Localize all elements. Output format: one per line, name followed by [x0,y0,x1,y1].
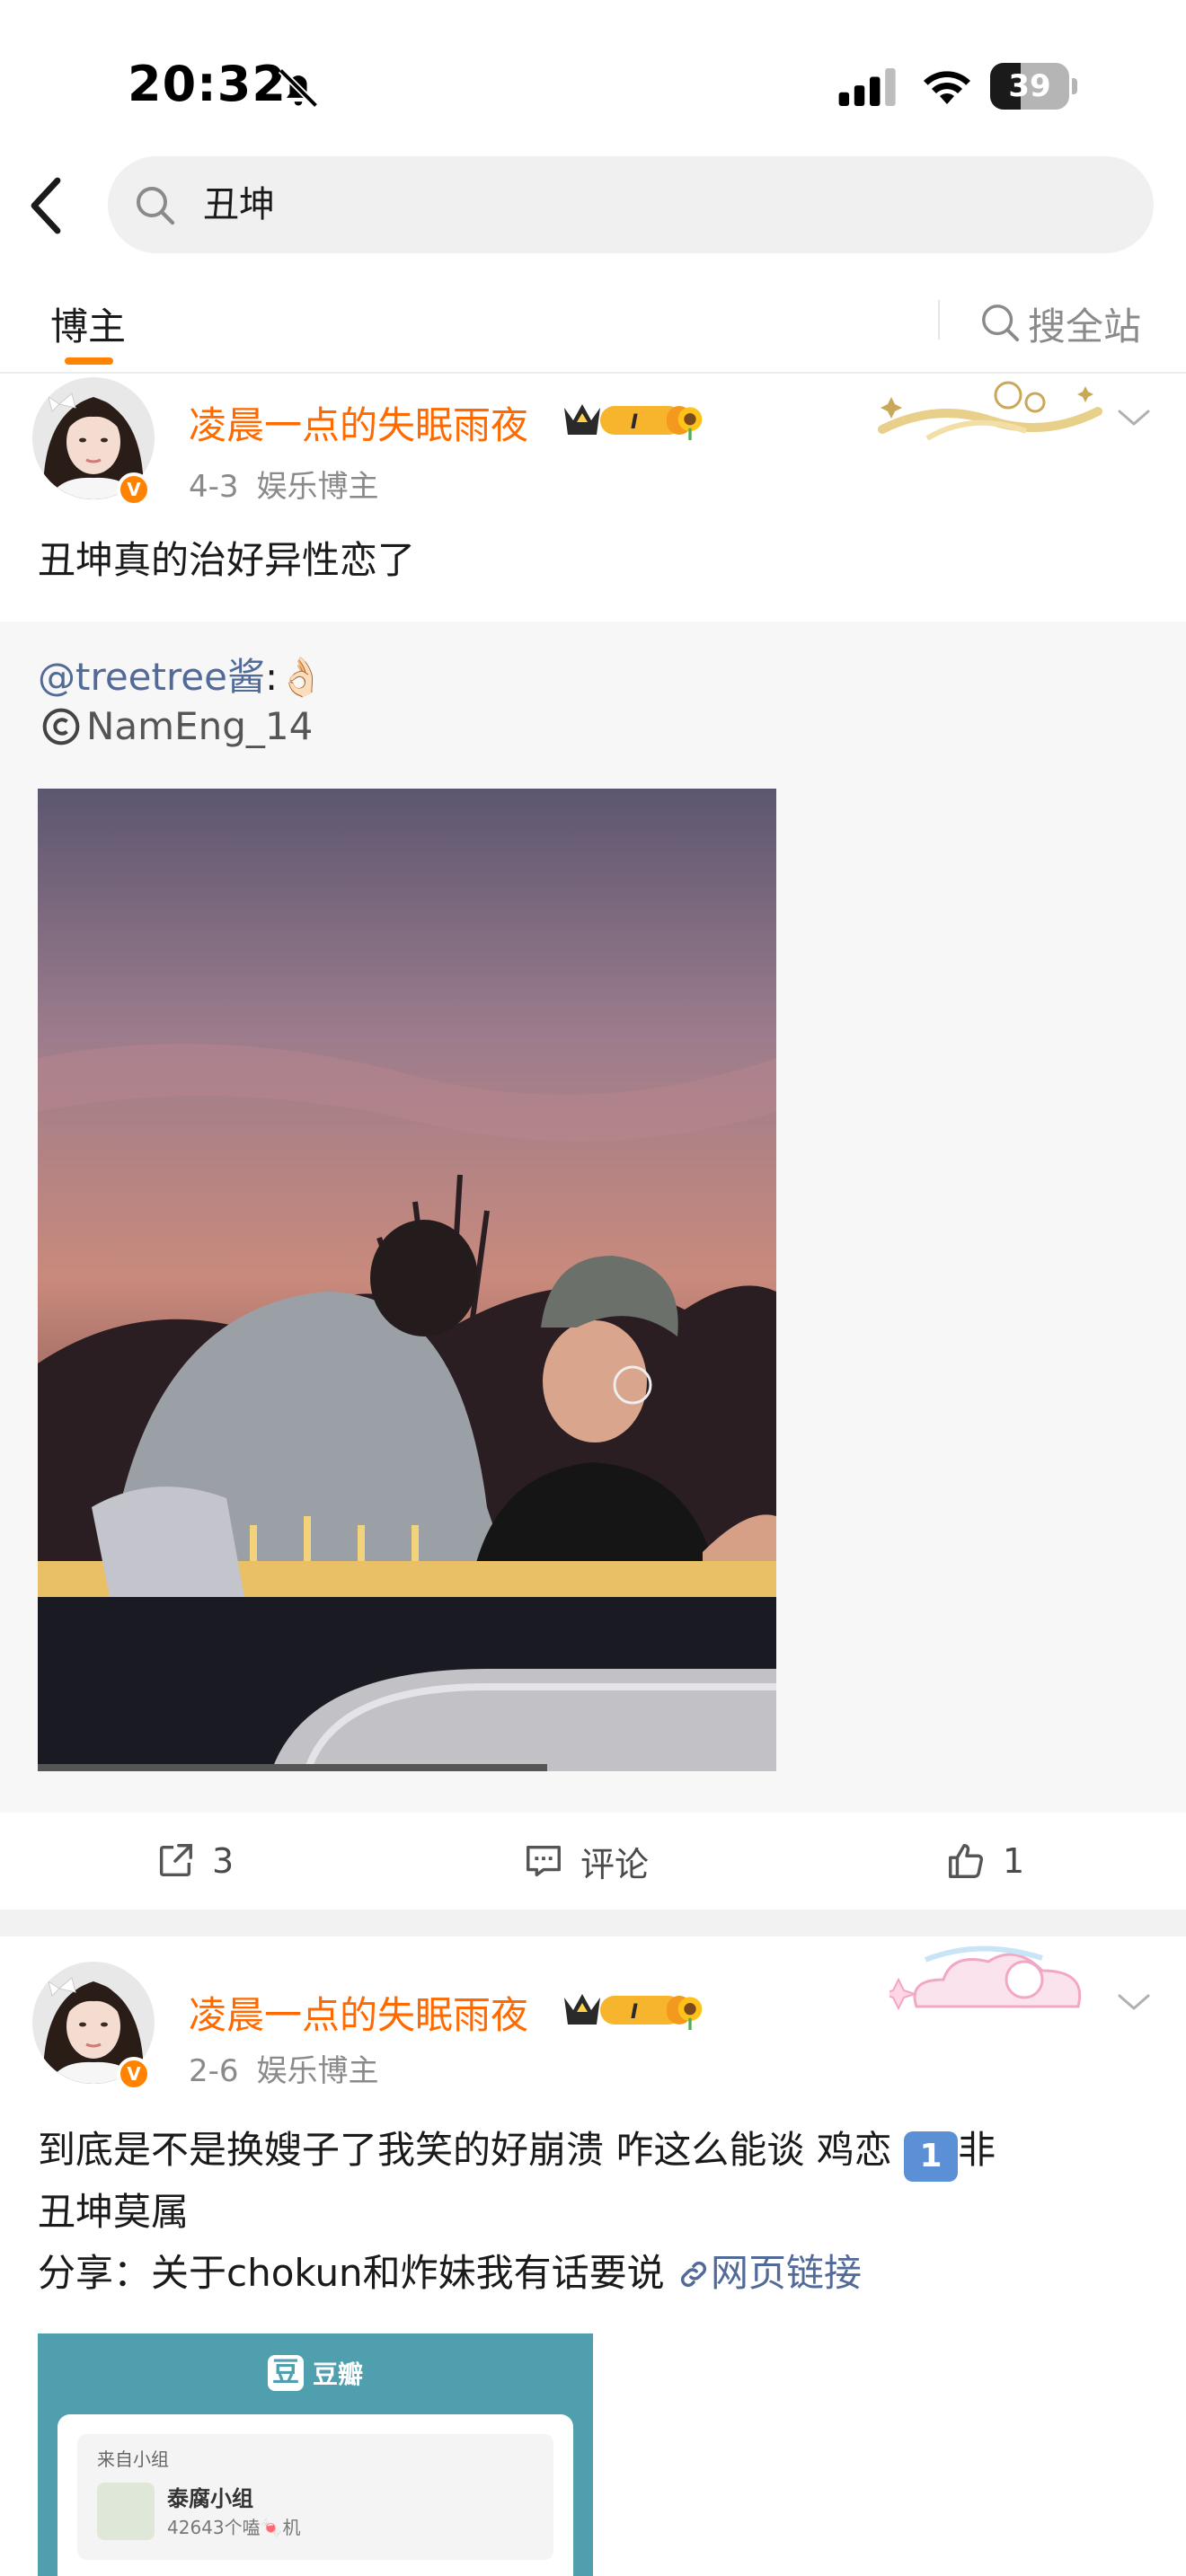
share-card-body: 来自小组 泰腐小组 42643个嗑🍬机 [58,2414,573,2576]
group-count: 42643个嗑🍬机 [167,2517,301,2538]
verified-badge: V [117,472,151,507]
badge-level: I [631,2001,638,2024]
number-one-badge: 1 [904,2131,959,2182]
feed-separator [0,1910,1186,1936]
like-button[interactable]: 1 [945,1813,1024,1910]
repost-credit: NamEng_14 [41,704,313,748]
web-link-label: 网页链接 [711,2251,863,2295]
post-text-line1: 到底是不是换嫂子了我笑的好崩溃 咋这么能谈 鸡恋 [38,2128,892,2172]
tab-bar: 博主 搜全站 [0,269,1186,374]
repost-icon [159,1844,192,1877]
repost-count: 3 [212,1841,235,1881]
douban-name: 豆瓣 [313,2360,364,2389]
like-icon [949,1844,984,1878]
search-icon [982,304,1020,342]
cloud-decoration-icon [890,1945,1081,2011]
post-meta: 2-6 娱乐博主 [189,2046,379,2090]
repost-emoji: 👌🏻 [278,655,325,699]
bell-slash-icon [278,67,319,109]
search-all-label: 搜全站 [1028,304,1142,348]
copyright-icon [42,708,80,745]
back-icon[interactable] [25,172,68,239]
status-bar: 20:32 39 [0,0,1186,153]
web-link[interactable]: 网页链接 [677,2251,862,2295]
post-date: 2-6 [189,2053,239,2089]
share-group: 来自小组 泰腐小组 42643个嗑🍬机 [77,2434,553,2560]
share-from: 来自小组 [97,2448,169,2470]
post-card[interactable]: V 凌晨一点的失眠雨夜 I 2-6 娱乐博主 到底是不是换嫂子了我笑的好崩溃 咋这… [0,1936,1186,2576]
repost-author-name[interactable]: @treetree酱 [38,655,265,699]
link-icon [680,2261,707,2288]
tab-active-indicator [65,357,113,365]
username[interactable]: 凌晨一点的失眠雨夜 [189,1985,528,2040]
signal-icon [838,68,896,106]
comment-icon [527,1845,561,1877]
battery-indicator: 39 [990,63,1077,110]
share-prefix: 分享：关于chokun和炸妹我有话要说 [38,2251,665,2295]
comment-button[interactable]: 评论 [523,1813,649,1910]
video-progress-bar [38,1764,548,1771]
search-query: 丑坤 [203,184,275,225]
chevron-down-icon[interactable] [1114,404,1154,431]
battery-level: 39 [1008,68,1051,104]
like-count: 1 [1003,1841,1025,1881]
post-meta: 4-3 娱乐博主 [189,462,379,506]
post-text: 到底是不是换嫂子了我笑的好崩溃 咋这么能谈 鸡恋 1非 丑坤莫属 分享：关于ch… [38,2120,1152,2304]
douban-logo: 豆 豆瓣 [268,2353,363,2393]
repost-author: @treetree酱:👌🏻 [38,655,325,699]
status-time: 20:32 [128,56,287,112]
ribbon-decoration-icon [878,381,1102,441]
tab-divider [938,300,940,340]
repost-block[interactable]: @treetree酱:👌🏻 NamEng_14 [0,622,1186,1813]
chevron-down-icon[interactable] [1114,1989,1154,2016]
post-category: 娱乐博主 [256,2053,379,2089]
badge-level: I [631,411,638,434]
post-text-line2: 丑坤莫属 [38,2190,190,2234]
post-category: 娱乐博主 [256,469,379,505]
post-text: 丑坤真的治好异性恋了 [38,538,416,582]
group-thumbnail [97,2483,155,2540]
action-bar: 3 评论 1 [0,1813,1186,1910]
sunflower-icon [677,1997,703,2030]
comment-label: 评论 [580,1844,650,1884]
group-name: 泰腐小组 [167,2486,253,2511]
sunflower-icon [677,407,703,440]
tab-blogger[interactable]: 博主 [50,296,126,351]
video-thumbnail[interactable] [38,789,776,1771]
verified-badge: V [117,2057,151,2091]
repost-button[interactable]: 3 [155,1813,234,1910]
search-input[interactable]: 丑坤 [108,156,1154,253]
share-card[interactable]: 豆 豆瓣 来自小组 泰腐小组 42643个嗑🍬机 [38,2333,593,2576]
wifi-icon [924,71,970,104]
repost-credit-name: NamEng_14 [86,704,314,748]
post-card[interactable]: V 凌晨一点的失眠雨夜 I 4-3 娱乐博主 丑坤真的治好异性恋了 @treetr… [0,375,1186,1910]
search-icon [137,187,175,225]
post-date: 4-3 [189,469,239,505]
post-text-line1-end: 非 [958,2128,996,2172]
username[interactable]: 凌晨一点的失眠雨夜 [189,395,528,450]
douban-icon: 豆 [268,2355,304,2391]
